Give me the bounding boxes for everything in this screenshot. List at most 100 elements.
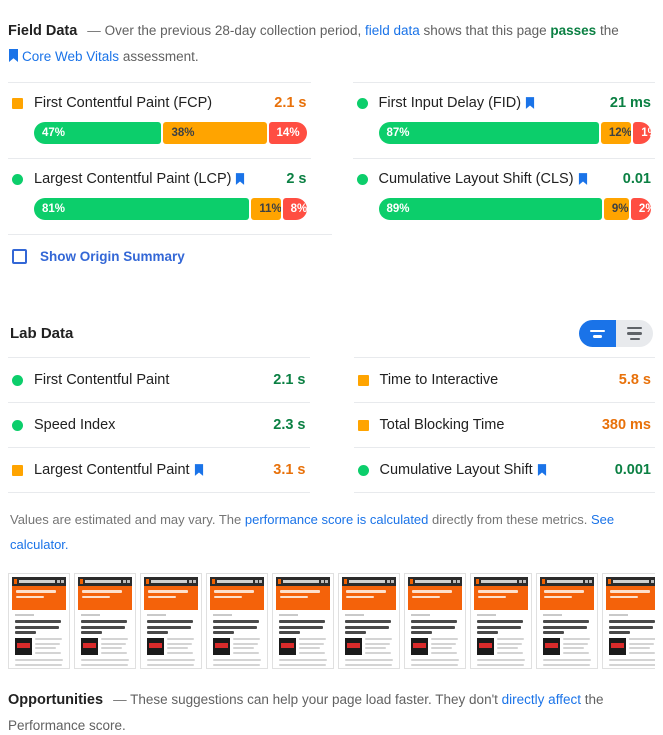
circle-green-icon bbox=[12, 174, 23, 185]
performance-score-link[interactable]: performance score is calculated bbox=[245, 512, 429, 527]
square-orange-icon bbox=[12, 465, 23, 476]
distribution-segment-good: 81% bbox=[34, 198, 249, 220]
lab-metric-first-contentful-paint[interactable]: First Contentful Paint 2.1 s bbox=[8, 357, 310, 402]
filmstrip-frame bbox=[602, 573, 655, 669]
field-metric-value: 2 s bbox=[286, 171, 306, 187]
field-data-intro-text-4: assessment. bbox=[123, 49, 199, 64]
field-metric-name: Largest Contentful Paint (LCP) bbox=[34, 171, 231, 187]
show-origin-summary-row[interactable]: Show Origin Summary bbox=[8, 234, 332, 278]
lab-metric-name: Speed Index bbox=[34, 417, 115, 433]
field-data-dash: — bbox=[87, 23, 101, 38]
circle-green-icon bbox=[357, 174, 368, 185]
lab-metric-name: Total Blocking Time bbox=[380, 417, 505, 433]
distribution-segment-average: 38% bbox=[163, 122, 266, 144]
circle-green-icon bbox=[12, 420, 23, 431]
lab-metric-value: 3.1 s bbox=[273, 462, 305, 478]
field-metric-value: 21 ms bbox=[610, 95, 651, 111]
field-metric-distribution-bar: 81% 11% 8% bbox=[34, 198, 307, 220]
filmstrip-frame bbox=[74, 573, 136, 669]
filmstrip-frame bbox=[470, 573, 532, 669]
square-orange-icon bbox=[12, 98, 23, 109]
opportunities-text-1: These suggestions can help your page loa… bbox=[130, 692, 498, 707]
core-web-vitals-link[interactable]: Core Web Vitals bbox=[22, 49, 119, 64]
checkbox-unchecked-icon[interactable] bbox=[12, 249, 27, 264]
lab-metric-value: 2.1 s bbox=[273, 372, 305, 388]
lab-metric-largest-contentful-paint[interactable]: Largest Contentful Paint 3.1 s bbox=[8, 447, 310, 493]
field-metric-distribution-bar: 47% 38% 14% bbox=[34, 122, 307, 144]
field-metric-distribution-bar: 89% 9% 2% bbox=[379, 198, 652, 220]
bookmark-flag-icon bbox=[8, 45, 19, 70]
filmstrip-frame bbox=[404, 573, 466, 669]
field-data-link[interactable]: field data bbox=[365, 23, 420, 38]
field-data-intro-text-1: Over the previous 28-day collection peri… bbox=[105, 23, 362, 38]
field-data-intro-text-2: shows that this page bbox=[424, 23, 547, 38]
distribution-segment-poor: 8% bbox=[283, 198, 307, 220]
lab-data-footnote: Values are estimated and may vary. The p… bbox=[8, 493, 655, 567]
lab-metric-total-blocking-time[interactable]: Total Blocking Time 380 ms bbox=[354, 402, 656, 447]
circle-green-icon bbox=[12, 375, 23, 386]
square-orange-icon bbox=[358, 420, 369, 431]
square-orange-icon bbox=[358, 375, 369, 386]
lab-data-title: Lab Data bbox=[10, 325, 73, 342]
opportunities-title: Opportunities bbox=[8, 692, 103, 708]
bookmark-flag-icon bbox=[525, 97, 535, 109]
bookmark-flag-icon bbox=[537, 464, 547, 476]
filmstrip-frame bbox=[338, 573, 400, 669]
filmstrip-frame bbox=[536, 573, 598, 669]
bookmark-flag-icon bbox=[235, 173, 245, 185]
footnote-text-1: Values are estimated and may vary. The bbox=[10, 512, 241, 527]
lab-metric-value: 2.3 s bbox=[273, 417, 305, 433]
lab-metric-name: Cumulative Layout Shift bbox=[380, 462, 533, 478]
field-metric-first-contentful-paint[interactable]: First Contentful Paint (FCP) 2.1 s 47% 3… bbox=[8, 82, 311, 158]
lab-metric-name: First Contentful Paint bbox=[34, 372, 169, 388]
bookmark-flag-icon bbox=[194, 464, 204, 476]
field-data-intro: Field Data — Over the previous 28-day col… bbox=[8, 0, 655, 78]
lab-metric-speed-index[interactable]: Speed Index 2.3 s bbox=[8, 402, 310, 447]
screenshot-filmstrip bbox=[8, 567, 655, 669]
field-data-title: Field Data bbox=[8, 23, 77, 39]
lab-metric-value: 5.8 s bbox=[619, 372, 651, 388]
lab-data-metrics-grid: First Contentful Paint 2.1 s Time to Int… bbox=[8, 357, 655, 493]
opportunities-dash: — bbox=[113, 692, 127, 707]
field-metric-first-input-delay[interactable]: First Input Delay (FID) 21 ms 87% 12% 1% bbox=[353, 82, 656, 158]
distribution-segment-good: 89% bbox=[379, 198, 602, 220]
field-metric-name: First Input Delay (FID) bbox=[379, 95, 522, 111]
distribution-segment-average: 11% bbox=[251, 198, 280, 220]
field-data-metrics-grid: First Contentful Paint (FCP) 2.1 s 47% 3… bbox=[8, 78, 655, 234]
field-metric-value: 0.01 bbox=[623, 171, 651, 187]
field-metric-value: 2.1 s bbox=[274, 95, 306, 111]
filmstrip-frame bbox=[272, 573, 334, 669]
lab-data-view-toggle[interactable] bbox=[579, 320, 653, 347]
show-origin-summary-label: Show Origin Summary bbox=[40, 249, 185, 264]
field-metric-cumulative-layout-shift[interactable]: Cumulative Layout Shift (CLS) 0.01 89% 9… bbox=[353, 158, 656, 234]
bookmark-flag-icon bbox=[578, 173, 588, 185]
directly-affect-link[interactable]: directly affect bbox=[502, 692, 581, 707]
field-metric-largest-contentful-paint[interactable]: Largest Contentful Paint (LCP) 2 s 81% 1… bbox=[8, 158, 311, 234]
circle-green-icon bbox=[358, 465, 369, 476]
lab-data-header: Lab Data bbox=[8, 278, 655, 357]
distribution-segment-poor: 2% bbox=[631, 198, 651, 220]
distribution-segment-good: 47% bbox=[34, 122, 161, 144]
distribution-segment-good: 87% bbox=[379, 122, 599, 144]
lab-metric-value: 0.001 bbox=[615, 462, 651, 478]
lab-metric-name: Largest Contentful Paint bbox=[34, 462, 190, 478]
two-line-view-icon[interactable] bbox=[579, 320, 616, 347]
filmstrip-frame bbox=[140, 573, 202, 669]
field-metric-distribution-bar: 87% 12% 1% bbox=[379, 122, 652, 144]
three-line-view-icon[interactable] bbox=[616, 320, 653, 347]
pagespeed-report: Field Data — Over the previous 28-day col… bbox=[0, 0, 663, 735]
lab-metric-time-to-interactive[interactable]: Time to Interactive 5.8 s bbox=[354, 357, 656, 402]
filmstrip-frame bbox=[206, 573, 268, 669]
lab-metric-value: 380 ms bbox=[602, 417, 651, 433]
footnote-text-2: directly from these metrics. bbox=[432, 512, 587, 527]
lab-metric-cumulative-layout-shift[interactable]: Cumulative Layout Shift 0.001 bbox=[354, 447, 656, 493]
distribution-segment-poor: 1% bbox=[633, 122, 651, 144]
lab-metric-name: Time to Interactive bbox=[380, 372, 499, 388]
opportunities-intro: Opportunities — These suggestions can hel… bbox=[8, 669, 655, 735]
distribution-segment-average: 9% bbox=[604, 198, 629, 220]
field-metric-name: Cumulative Layout Shift (CLS) bbox=[379, 171, 574, 187]
field-data-intro-text-3: the bbox=[600, 23, 619, 38]
field-metric-name: First Contentful Paint (FCP) bbox=[34, 95, 212, 111]
circle-green-icon bbox=[357, 98, 368, 109]
distribution-segment-poor: 14% bbox=[269, 122, 307, 144]
